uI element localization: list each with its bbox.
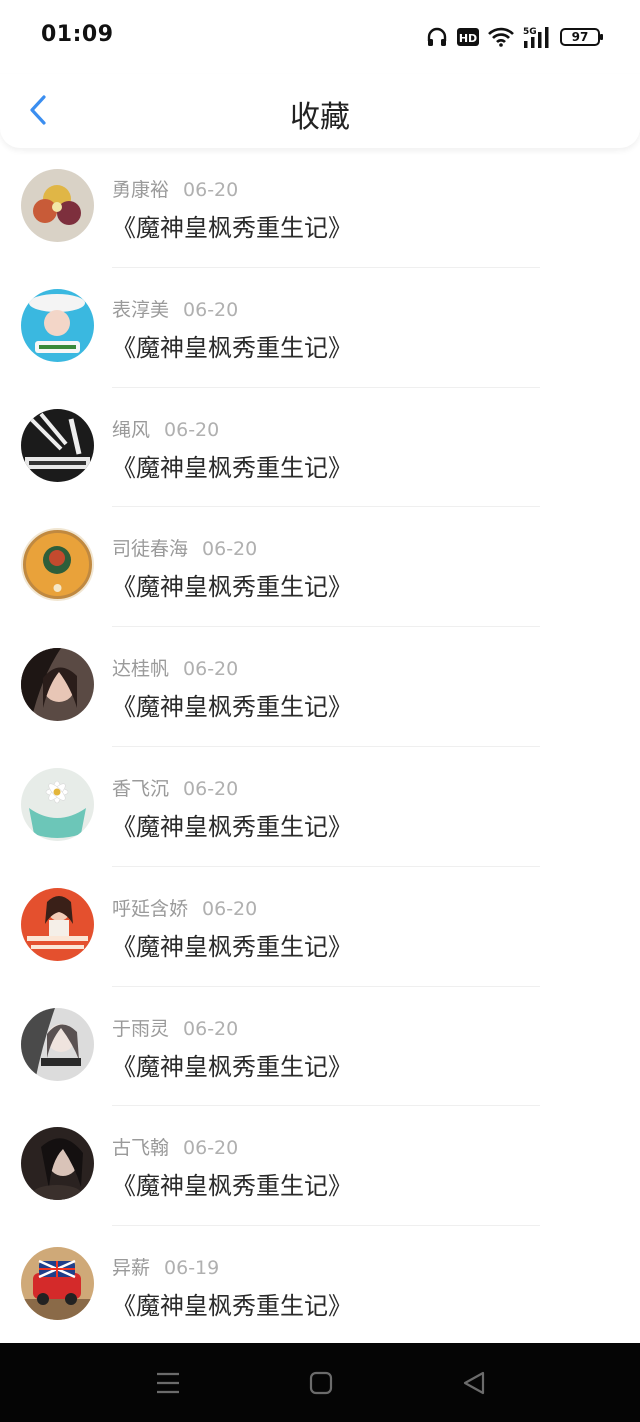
- book-title: 《魔神皇枫秀重生记》: [112, 693, 352, 722]
- username: 达桂帆: [112, 658, 170, 681]
- avatar: [21, 887, 94, 961]
- book-title: 《魔神皇枫秀重生记》: [112, 214, 352, 242]
- list-item[interactable]: 表淳美 06-20 《魔神皇枫秀重生记》: [0, 268, 640, 388]
- favorite-date: 06-20: [183, 658, 239, 681]
- list-item[interactable]: 司徒春海 06-20 《魔神皇枫秀重生记》: [0, 507, 640, 628]
- favorite-date: 06-20: [183, 298, 239, 321]
- book-title: 《魔神皇枫秀重生记》: [112, 932, 352, 961]
- avatar: [21, 408, 94, 482]
- favorite-date: 06-20: [183, 777, 239, 800]
- list-item[interactable]: 呼延含娇 06-20 《魔神皇枫秀重生记》: [0, 867, 640, 987]
- hd-label: HD: [459, 32, 477, 45]
- book-title: 《魔神皇枫秀重生记》: [112, 1292, 352, 1321]
- back-triangle-icon[interactable]: [461, 1370, 487, 1396]
- favorite-date: 06-20: [164, 418, 220, 441]
- username: 勇康裕: [112, 179, 170, 201]
- avatar: [21, 1007, 94, 1081]
- battery-level: 97: [571, 30, 589, 44]
- network-label: 5G: [523, 27, 537, 37]
- list-item[interactable]: 香飞沉 06-20 《魔神皇枫秀重生记》: [0, 747, 640, 867]
- book-title: 《魔神皇枫秀重生记》: [112, 333, 352, 362]
- menu-icon[interactable]: [155, 1370, 181, 1396]
- book-title: 《魔神皇枫秀重生记》: [112, 1172, 352, 1201]
- username: 香飞沉: [112, 777, 170, 800]
- favorite-date: 06-20: [183, 1137, 239, 1160]
- list-item[interactable]: 绳风 06-20 《魔神皇枫秀重生记》: [0, 388, 640, 508]
- avatar: [21, 1247, 94, 1321]
- book-title: 《魔神皇枫秀重生记》: [112, 453, 352, 482]
- status-icons: HD 5G 97: [426, 22, 603, 52]
- favorites-list: 勇康裕 06-20 《魔神皇枫秀重生记》 表淳美 06-20 《魔神皇枫秀重生记》 …: [0, 148, 640, 1346]
- list-item[interactable]: 于雨灵 06-20 《魔神皇枫秀重生记》: [0, 987, 640, 1107]
- username: 绳风: [112, 418, 151, 441]
- hd-icon: HD: [457, 27, 479, 47]
- favorite-date: 06-20: [202, 897, 258, 920]
- list-item[interactable]: 达桂帆 06-20 《魔神皇枫秀重生记》: [0, 627, 640, 747]
- list-item[interactable]: 古飞翰 06-20 《魔神皇枫秀重生记》: [0, 1106, 640, 1227]
- page-title: 收藏: [290, 100, 350, 135]
- favorite-date: 06-19: [164, 1257, 220, 1280]
- signal-5g-icon: 5G: [523, 26, 551, 48]
- username: 古飞翰: [112, 1137, 170, 1160]
- favorite-date: 06-20: [202, 538, 258, 561]
- headphones-icon: [426, 27, 448, 47]
- home-square-icon[interactable]: [308, 1370, 334, 1396]
- avatar: [21, 528, 94, 602]
- book-title: 《魔神皇枫秀重生记》: [112, 1052, 352, 1081]
- username: 司徒春海: [112, 538, 189, 561]
- status-bar: 01:09 HD 5G 97: [0, 0, 640, 74]
- list-item[interactable]: 勇康裕 06-20 《魔神皇枫秀重生记》: [0, 148, 640, 268]
- username: 异薪: [112, 1257, 151, 1280]
- favorite-date: 06-20: [183, 1017, 239, 1040]
- favorite-date: 06-20: [183, 179, 239, 201]
- nav-header: 收藏: [0, 74, 640, 148]
- avatar: [21, 1127, 94, 1201]
- book-title: 《魔神皇枫秀重生记》: [112, 573, 352, 602]
- username: 表淳美: [112, 298, 170, 321]
- status-time: 01:09: [41, 22, 114, 47]
- username: 于雨灵: [112, 1017, 170, 1040]
- book-title: 《魔神皇枫秀重生记》: [112, 812, 352, 841]
- avatar: [21, 288, 94, 362]
- username: 呼延含娇: [112, 897, 189, 920]
- wifi-icon: [488, 27, 514, 47]
- battery-icon: 97: [560, 28, 603, 46]
- avatar: [21, 169, 94, 242]
- avatar: [21, 648, 94, 722]
- list-item[interactable]: 异薪 06-19 《魔神皇枫秀重生记》: [0, 1226, 640, 1346]
- avatar: [21, 767, 94, 841]
- system-navigation-bar: [0, 1343, 640, 1422]
